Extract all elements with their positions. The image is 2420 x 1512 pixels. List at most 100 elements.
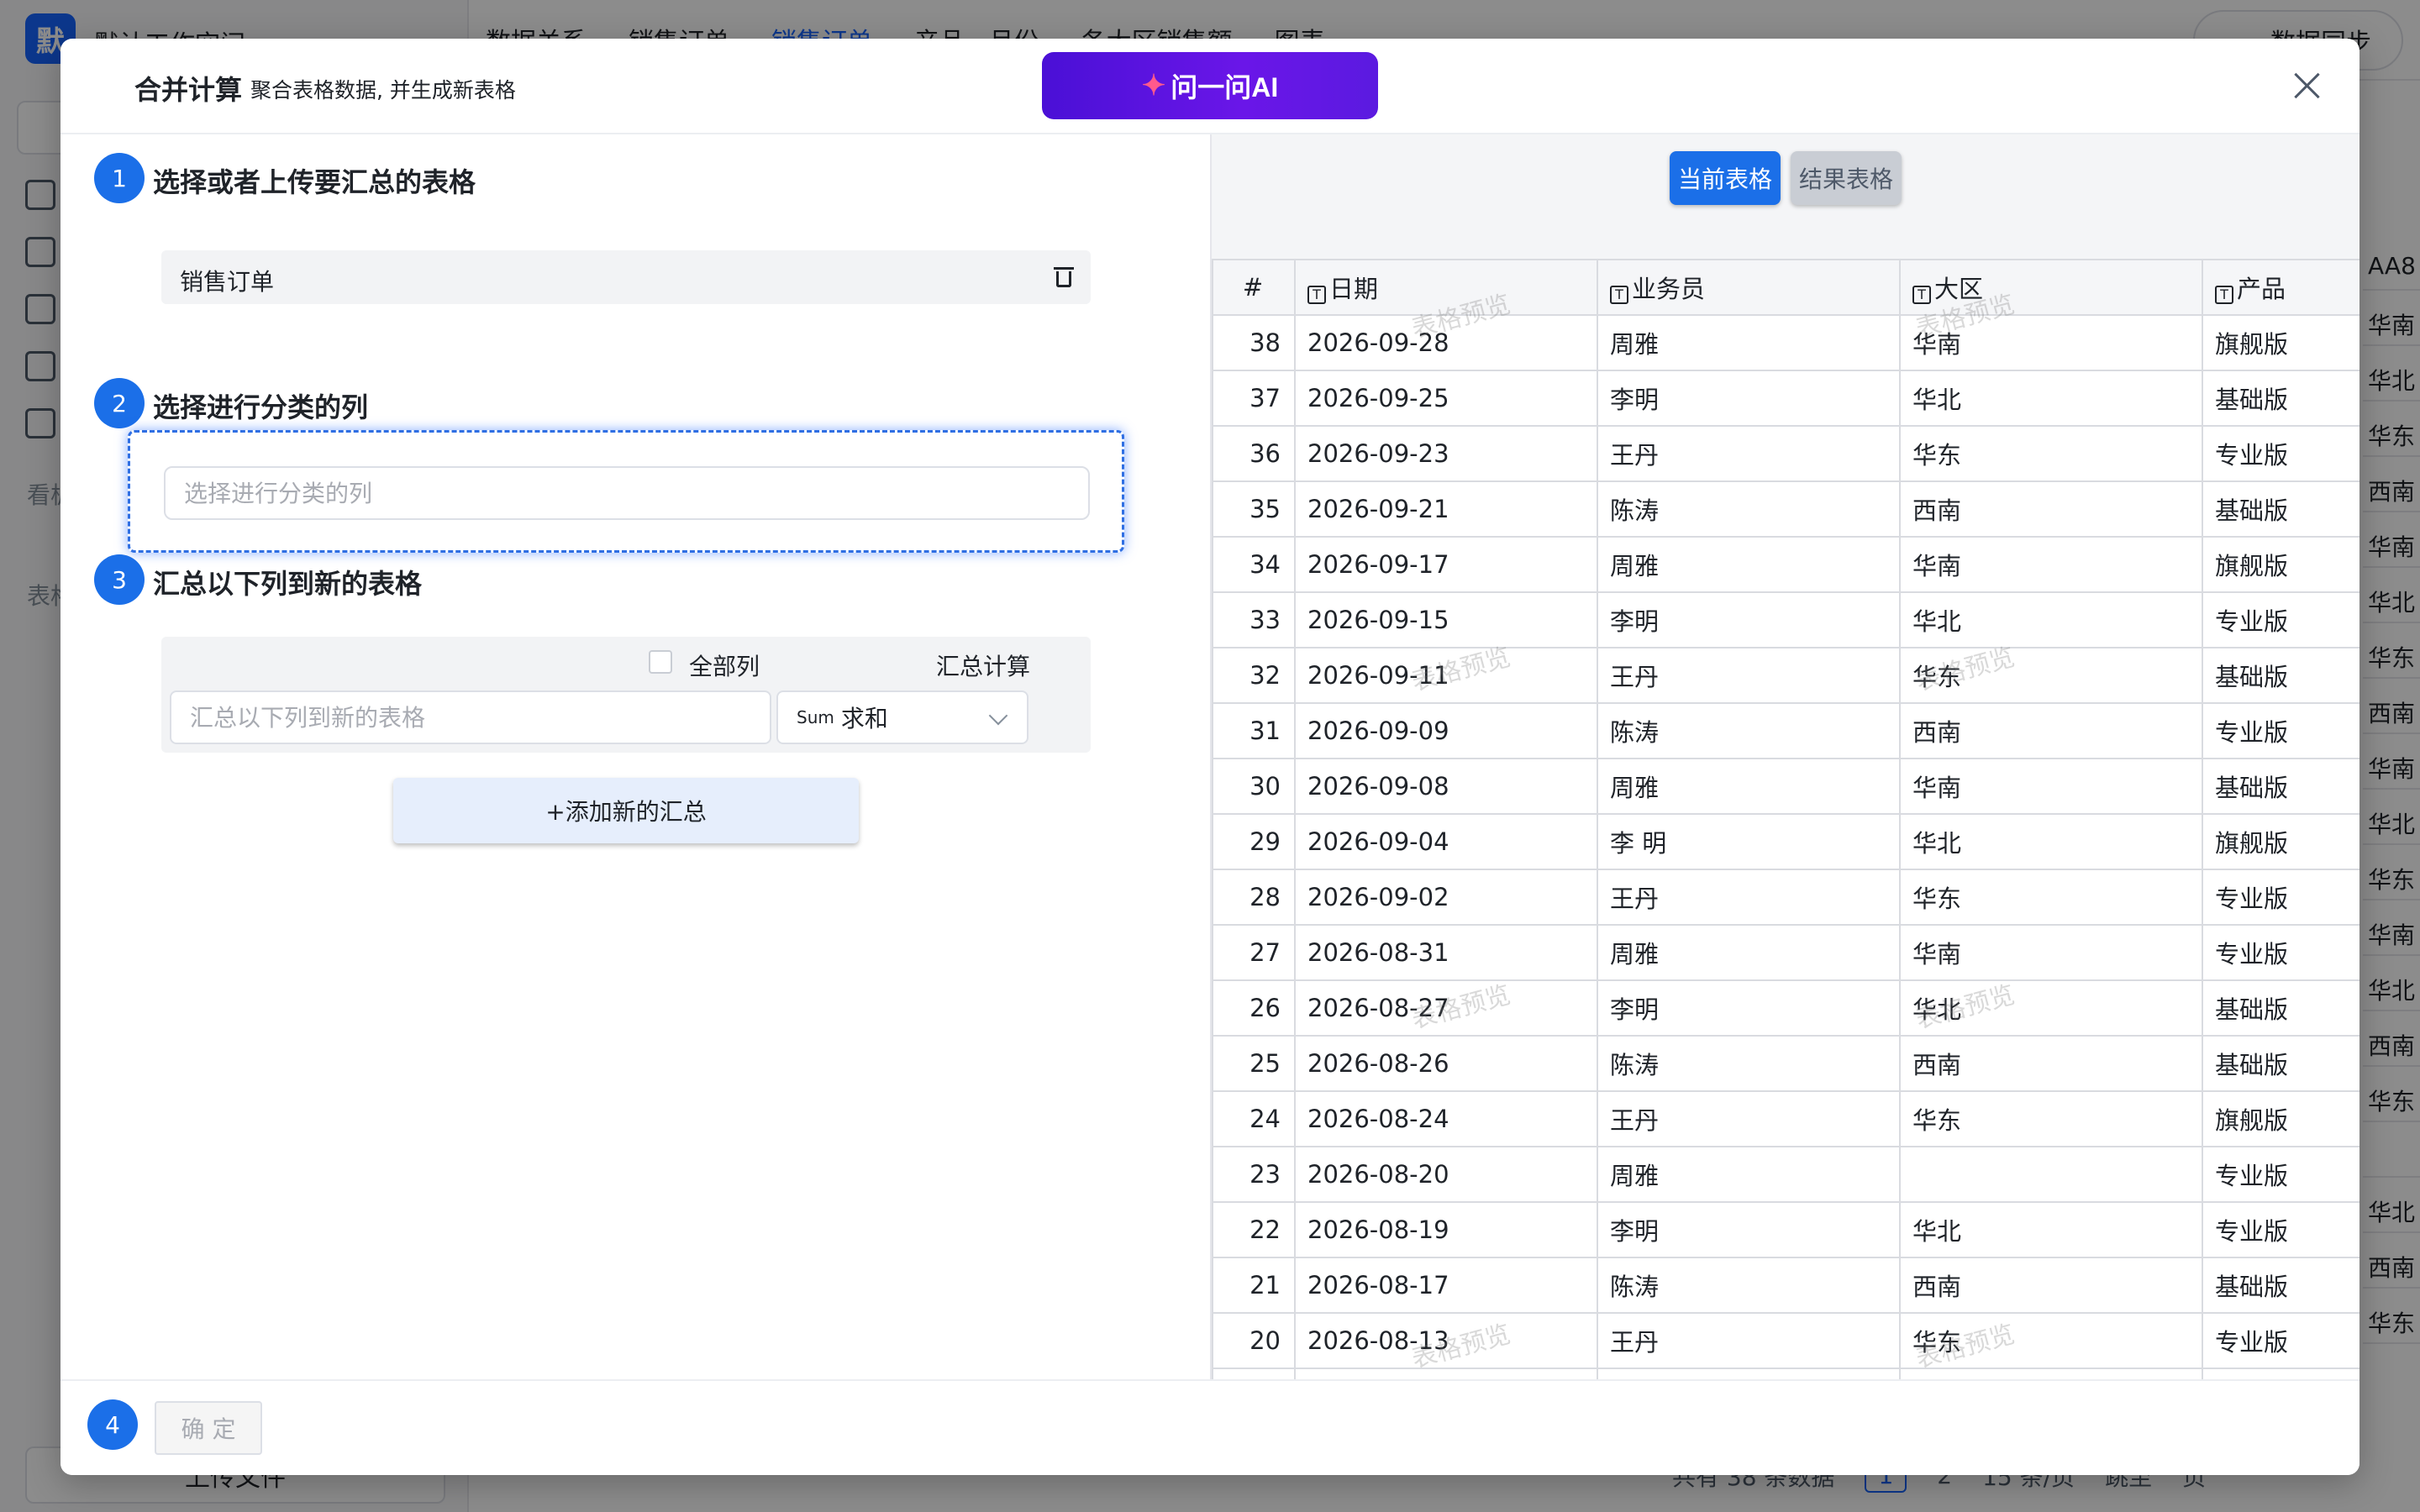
column-header-date[interactable]: T 日期 (1294, 259, 1598, 316)
region-cell[interactable]: 华东 (1899, 425, 2203, 482)
date-cell[interactable]: 2026-08-20 (1294, 1146, 1598, 1203)
date-cell[interactable]: 2026-08-31 (1294, 924, 1598, 981)
table-row[interactable]: 24 2026-08-24 王丹 华东 旗舰版 (1212, 1090, 2360, 1147)
date-cell[interactable]: 2026-08-19 (1294, 1201, 1598, 1258)
salesperson-cell[interactable]: 王丹 (1597, 1312, 1901, 1369)
product-cell[interactable]: 专业版 (2202, 425, 2360, 482)
table-row[interactable]: 27 2026-08-31 周雅 华南 专业版 (1212, 924, 2360, 981)
table-row[interactable]: 25 2026-08-26 陈涛 西南 基础版 (1212, 1035, 2360, 1092)
salesperson-cell[interactable]: 李明 (1597, 1201, 1901, 1258)
column-header-region[interactable]: T 大区 (1899, 259, 2203, 316)
date-cell[interactable]: 2026-08-27 (1294, 979, 1598, 1037)
salesperson-cell[interactable]: 陈涛 (1597, 702, 1901, 759)
salesperson-cell[interactable]: 陈涛 (1597, 480, 1901, 538)
table-row[interactable]: 37 2026-09-25 李明 华北 基础版 (1212, 370, 2360, 427)
product-cell[interactable]: 基础版 (2202, 979, 2360, 1037)
table-row[interactable]: 31 2026-09-09 陈涛 西南 专业版 (1212, 702, 2360, 759)
product-cell[interactable]: 专业版 (2202, 1146, 2360, 1203)
product-cell[interactable]: 基础版 (2202, 758, 2360, 815)
salesperson-cell[interactable]: 李明 (1597, 591, 1901, 648)
region-cell[interactable]: 西南 (1899, 702, 2203, 759)
region-cell[interactable]: 华北 (1899, 813, 2203, 870)
region-cell[interactable]: 华东 (1899, 1312, 2203, 1369)
salesperson-cell[interactable]: 王丹 (1597, 869, 1901, 926)
salesperson-cell[interactable]: 周雅 (1597, 1146, 1901, 1203)
close-icon[interactable] (2289, 67, 2326, 104)
salesperson-cell[interactable]: 周雅 (1597, 536, 1901, 593)
salesperson-cell[interactable]: 陈涛 (1597, 1257, 1901, 1314)
table-row[interactable]: 34 2026-09-17 周雅 华南 旗舰版 (1212, 536, 2360, 593)
date-cell[interactable]: 2026-09-15 (1294, 591, 1598, 648)
row-index-cell[interactable]: 30 (1212, 758, 1296, 815)
date-cell[interactable]: 2026-09-21 (1294, 480, 1598, 538)
row-index-cell[interactable]: 33 (1212, 591, 1296, 648)
product-cell[interactable]: 基础版 (2202, 1257, 2360, 1314)
product-cell[interactable]: 旗舰版 (2202, 1368, 2360, 1379)
product-cell[interactable]: 专业版 (2202, 1201, 2360, 1258)
row-index-cell[interactable]: 21 (1212, 1257, 1296, 1314)
product-cell[interactable]: 专业版 (2202, 591, 2360, 648)
table-row[interactable]: 38 2026-09-28 周雅 华南 旗舰版 (1212, 314, 2360, 371)
date-cell[interactable]: 2026-09-25 (1294, 370, 1598, 427)
product-cell[interactable]: 基础版 (2202, 1035, 2360, 1092)
aggregate-select[interactable]: Sum 求和 (776, 690, 1028, 744)
table-row[interactable]: 20 2026-08-13 王丹 华东 专业版 (1212, 1312, 2360, 1369)
table-row[interactable]: 22 2026-08-19 李明 华北 专业版 (1212, 1201, 2360, 1258)
table-row[interactable]: 30 2026-09-08 周雅 华南 基础版 (1212, 758, 2360, 815)
product-cell[interactable]: 专业版 (2202, 702, 2360, 759)
salesperson-cell[interactable]: 周雅 (1597, 758, 1901, 815)
date-cell[interactable]: 2026-09-02 (1294, 869, 1598, 926)
salesperson-cell[interactable]: 王丹 (1597, 647, 1901, 704)
table-row[interactable]: 23 2026-08-20 周雅 专业版 (1212, 1146, 2360, 1203)
row-index-cell[interactable]: 38 (1212, 314, 1296, 371)
table-row[interactable]: 29 2026-09-04 李 明华北 旗舰版 (1212, 813, 2360, 870)
row-index-cell[interactable]: 31 (1212, 702, 1296, 759)
row-index-cell[interactable]: 32 (1212, 647, 1296, 704)
product-cell[interactable]: 基础版 (2202, 480, 2360, 538)
salesperson-cell[interactable]: 陈涛 (1597, 1035, 1901, 1092)
product-cell[interactable]: 基础版 (2202, 647, 2360, 704)
date-cell[interactable]: 2026-09-23 (1294, 425, 1598, 482)
region-cell[interactable]: 华南 (1899, 314, 2203, 371)
region-cell[interactable]: 华东 (1899, 869, 2203, 926)
table-row[interactable]: 28 2026-09-02 王丹 华东 专业版 (1212, 869, 2360, 926)
row-index-cell[interactable]: 19 (1212, 1368, 1296, 1379)
product-cell[interactable]: 旗舰版 (2202, 1090, 2360, 1147)
date-cell[interactable]: 2026-08-26 (1294, 1035, 1598, 1092)
current-table-toggle[interactable]: 当前表格 (1669, 151, 1781, 205)
region-cell[interactable]: 华南 (1899, 924, 2203, 981)
date-cell[interactable]: 2026-09-11 (1294, 647, 1598, 704)
date-cell[interactable]: 2026-09-04 (1294, 813, 1598, 870)
row-index-cell[interactable]: 24 (1212, 1090, 1296, 1147)
table-row[interactable]: 192026-08-12周雅华南旗舰版 (1212, 1368, 2360, 1379)
product-cell[interactable]: 专业版 (2202, 924, 2360, 981)
region-cell[interactable]: 华南 (1899, 758, 2203, 815)
region-cell[interactable]: 华东 (1899, 647, 2203, 704)
all-columns-checkbox[interactable] (649, 650, 672, 674)
table-row[interactable]: 33 2026-09-15 李明 华北 专业版 (1212, 591, 2360, 648)
date-cell[interactable]: 2026-08-13 (1294, 1312, 1598, 1369)
table-row[interactable]: 35 2026-09-21 陈涛 西南 基础版 (1212, 480, 2360, 538)
selected-file-row[interactable]: 销售订单 (161, 250, 1091, 304)
result-table-toggle[interactable]: 结果表格 (1791, 151, 1902, 205)
region-cell[interactable]: 西南 (1899, 1035, 2203, 1092)
date-cell[interactable]: 2026-09-17 (1294, 536, 1598, 593)
salesperson-cell[interactable]: 李明 (1597, 979, 1901, 1037)
product-cell[interactable]: 专业版 (2202, 869, 2360, 926)
row-index-cell[interactable]: 23 (1212, 1146, 1296, 1203)
table-row[interactable]: 32 2026-09-11 王丹 华东 基础版 (1212, 647, 2360, 704)
row-index-cell[interactable]: 35 (1212, 480, 1296, 538)
row-index-cell[interactable]: 28 (1212, 869, 1296, 926)
table-row[interactable]: 26 2026-08-27 李明 华北 基础版 (1212, 979, 2360, 1037)
product-cell[interactable]: 旗舰版 (2202, 813, 2360, 870)
region-cell[interactable]: 华南 (1899, 536, 2203, 593)
category-column-dropzone[interactable] (128, 430, 1124, 553)
salesperson-cell[interactable]: 周雅 (1597, 924, 1901, 981)
row-index-cell[interactable]: 37 (1212, 370, 1296, 427)
product-cell[interactable]: 旗舰版 (2202, 314, 2360, 371)
confirm-button[interactable]: 确 定 (155, 1401, 262, 1455)
date-cell[interactable]: 2026-08-24 (1294, 1090, 1598, 1147)
date-cell[interactable]: 2026-09-09 (1294, 702, 1598, 759)
row-index-cell[interactable]: 22 (1212, 1201, 1296, 1258)
region-cell[interactable]: 华南 (1899, 1368, 2203, 1379)
